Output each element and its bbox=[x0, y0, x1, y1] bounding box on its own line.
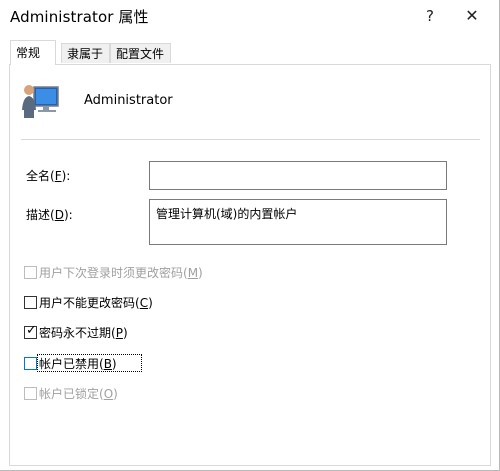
tab-member-of[interactable]: 隶属于 bbox=[61, 43, 110, 63]
checkbox-box[interactable] bbox=[24, 296, 37, 309]
tab-profile[interactable]: 配置文件 bbox=[110, 43, 171, 63]
checkbox-box[interactable] bbox=[24, 357, 37, 370]
title-bar: Administrator 属性 ? ✕ bbox=[0, 0, 499, 32]
checkbox-box[interactable]: ✓ bbox=[24, 323, 37, 339]
description-label: 描述(D): bbox=[26, 208, 73, 222]
checkmark-icon: ✓ bbox=[26, 323, 37, 338]
tab-general[interactable]: 常规 bbox=[10, 40, 56, 65]
close-button[interactable]: ✕ bbox=[450, 0, 494, 32]
user-name: Administrator bbox=[84, 93, 173, 108]
checkbox-label: 用户不能更改密码(C) bbox=[39, 296, 153, 310]
checkbox-label: 帐户已锁定(O) bbox=[39, 387, 118, 401]
checkbox-box[interactable] bbox=[24, 266, 37, 279]
window-title: Administrator 属性 bbox=[10, 8, 149, 26]
checkbox-label: 用户下次登录时须更改密码(M) bbox=[39, 266, 203, 280]
checkbox-box[interactable] bbox=[24, 387, 37, 400]
checkbox-label: 帐户已禁用(B) bbox=[39, 357, 117, 371]
user-computer-icon bbox=[22, 85, 59, 118]
full-name-label: 全名(F): bbox=[26, 169, 71, 183]
description-field[interactable]: 管理计算机(域)的内置帐户 bbox=[149, 199, 447, 245]
properties-dialog: Administrator 属性 ? ✕ 常规 隶属于 配置文件 Adminis… bbox=[0, 0, 500, 471]
help-button[interactable]: ? bbox=[408, 0, 452, 32]
checkbox-label: 密码永不过期(P) bbox=[39, 326, 128, 340]
divider bbox=[21, 139, 480, 140]
full-name-field[interactable] bbox=[149, 161, 447, 190]
